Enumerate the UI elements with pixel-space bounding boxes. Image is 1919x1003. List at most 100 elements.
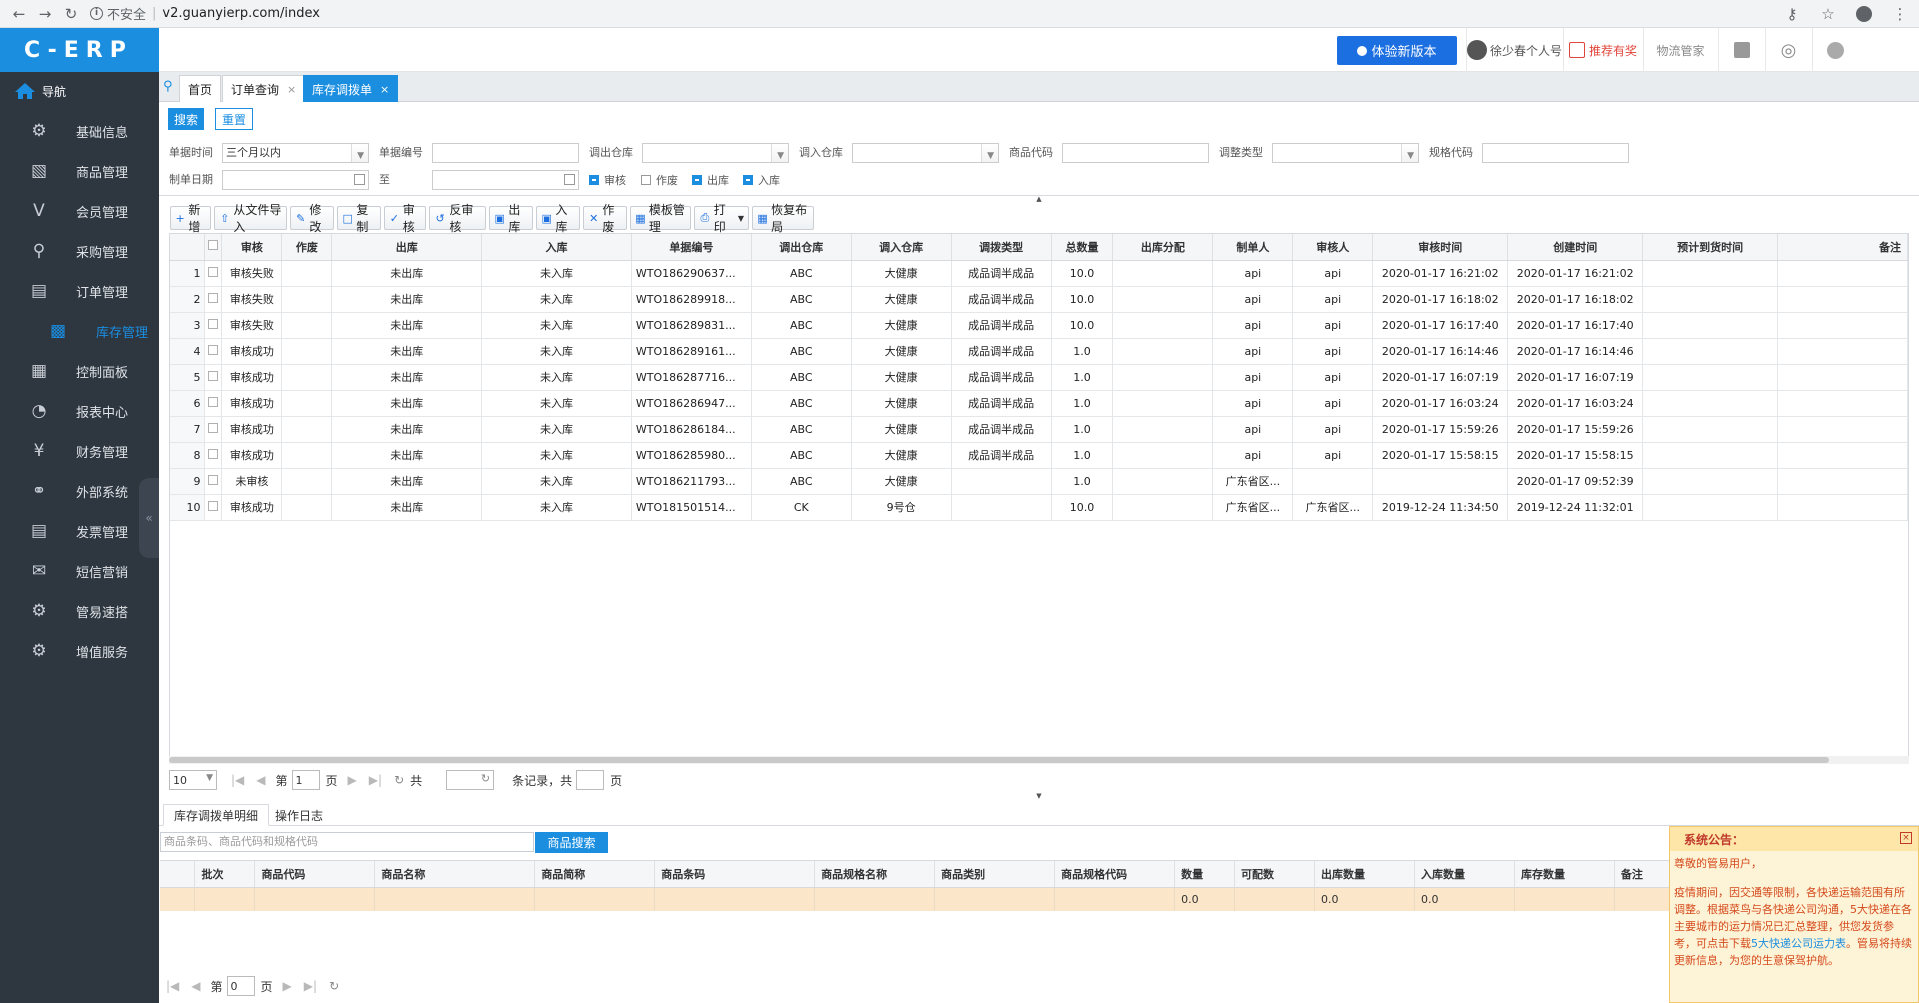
reset-button[interactable]: 重置 bbox=[215, 108, 253, 130]
nav-header[interactable]: 导航 bbox=[0, 72, 159, 110]
sidebar-item-9[interactable]: ⚭ 外部系统 bbox=[0, 471, 159, 511]
out-warehouse-select[interactable]: ▼ bbox=[642, 143, 789, 163]
user-menu[interactable]: 徐少春个人号 bbox=[1466, 28, 1562, 72]
sidebar-item-1[interactable]: ▧ 商品管理 bbox=[0, 151, 159, 191]
sidebar-item-6[interactable]: ▦ 控制面板 bbox=[0, 351, 159, 391]
prev-page-icon[interactable]: ◀ bbox=[191, 979, 200, 993]
tab-operation-log[interactable]: 操作日志 bbox=[265, 804, 333, 826]
table-row[interactable]: 6 审核成功 未出库 未入库 WTO186286947... ABC 大健康 成品调半成品 1.… bbox=[170, 390, 1908, 417]
toolbar-button-11[interactable]: ▦ 恢复布局 bbox=[752, 203, 814, 234]
column-header[interactable]: 审核人 bbox=[1292, 234, 1374, 261]
row-checkbox[interactable] bbox=[204, 442, 223, 469]
row-checkbox[interactable] bbox=[204, 416, 223, 443]
splitter-bottom[interactable]: ▼ bbox=[159, 792, 1919, 800]
detail-column-header[interactable]: 备注 bbox=[1614, 861, 1675, 888]
column-header[interactable]: 单据编号 bbox=[631, 234, 752, 261]
detail-column-header[interactable]: 出库数量 bbox=[1314, 861, 1415, 888]
logistics-link[interactable]: 物流管家 bbox=[1643, 28, 1717, 72]
tab-detail[interactable]: 库存调拨单明细 bbox=[163, 804, 270, 826]
detail-column-header[interactable]: 批次 bbox=[194, 861, 256, 888]
sidebar-item-10[interactable]: ▤ 发票管理 bbox=[0, 511, 159, 551]
in-warehouse-select[interactable]: ▼ bbox=[852, 143, 999, 163]
sidebar-item-0[interactable]: ⚙ 基础信息 bbox=[0, 111, 159, 151]
toolbar-button-2[interactable]: ✎ 修改 bbox=[290, 203, 334, 234]
last-page-icon[interactable]: ▶| bbox=[304, 979, 317, 993]
sidebar-item-4[interactable]: ▤ 订单管理 bbox=[0, 271, 159, 311]
row-checkbox[interactable] bbox=[204, 312, 223, 339]
horizontal-scrollbar[interactable] bbox=[169, 756, 1909, 764]
table-row[interactable]: 1 审核失败 未出库 未入库 WTO186290637... ABC 大健康 成品调半成品 10… bbox=[170, 260, 1908, 287]
tab-search-icon[interactable]: ⚲ bbox=[163, 79, 173, 94]
forward-icon[interactable]: → bbox=[32, 1, 58, 27]
row-checkbox[interactable] bbox=[204, 286, 223, 313]
page-input[interactable]: 1 bbox=[291, 770, 320, 790]
toolbar-button-0[interactable]: + 新增 bbox=[170, 203, 211, 234]
row-checkbox[interactable] bbox=[204, 390, 223, 417]
toolbar-button-10[interactable]: ⎙ 打印 ▼ bbox=[694, 203, 749, 234]
next-page-icon[interactable]: ▶ bbox=[348, 773, 357, 787]
column-header[interactable]: 出库分配 bbox=[1112, 234, 1214, 261]
menu-icon[interactable]: ⋮ bbox=[1887, 1, 1913, 27]
info-icon[interactable]: i bbox=[90, 7, 103, 20]
tab-order-query[interactable]: 订单查询 × bbox=[222, 75, 306, 102]
adjust-type-select[interactable]: ▼ bbox=[1272, 143, 1419, 163]
notice-download-link[interactable]: 5大快递公司运力表 bbox=[1751, 937, 1846, 950]
table-row[interactable]: 7 审核成功 未出库 未入库 WTO186286184... ABC 大健康 成品调半成品 1.… bbox=[170, 416, 1908, 443]
book-icon[interactable] bbox=[1718, 28, 1764, 72]
spec-code-input[interactable] bbox=[1482, 143, 1629, 163]
detail-column-header[interactable]: 商品简称 bbox=[534, 861, 656, 888]
doc-no-input[interactable] bbox=[432, 143, 579, 163]
table-row[interactable]: 3 审核失败 未出库 未入库 WTO186289831... ABC 大健康 成品调半成品 10… bbox=[170, 312, 1908, 339]
sidebar-item-5[interactable]: ▩ 库存管理 bbox=[0, 311, 159, 351]
address-bar[interactable]: i 不安全 | v2.guanyierp.com/index bbox=[90, 3, 320, 25]
reload-icon[interactable]: ↻ bbox=[58, 1, 84, 27]
page-size-select[interactable]: 10 ▼ bbox=[169, 770, 217, 790]
table-row[interactable]: 9 未审核 未出库 未入库 WTO186211793... ABC 大健康 1.0 广东省区..… bbox=[170, 468, 1908, 495]
column-header[interactable]: 审核 bbox=[221, 234, 283, 261]
toolbar-button-4[interactable]: ✓ 审核 bbox=[384, 203, 426, 234]
toolbar-button-3[interactable]: □ 复制 bbox=[337, 203, 381, 234]
sidebar-item-11[interactable]: ✉ 短信营销 bbox=[0, 551, 159, 591]
goods-code-input[interactable] bbox=[1062, 143, 1209, 163]
detail-column-header[interactable]: 商品规格名称 bbox=[814, 861, 936, 888]
column-header[interactable]: 创建时间 bbox=[1507, 234, 1644, 261]
check-out[interactable]: 出库 bbox=[692, 170, 729, 190]
row-checkbox[interactable] bbox=[204, 494, 223, 521]
url-text[interactable]: v2.guanyierp.com/index bbox=[162, 6, 320, 21]
table-row[interactable]: 4 审核成功 未出库 未入库 WTO186289161... ABC 大健康 成品调半成品 1.… bbox=[170, 338, 1908, 365]
detail-column-header[interactable]: 商品代码 bbox=[254, 861, 376, 888]
table-row[interactable]: 2 审核失败 未出库 未入库 WTO186289918... ABC 大健康 成品调半成品 10… bbox=[170, 286, 1908, 313]
search-button[interactable]: 搜索 bbox=[168, 108, 204, 130]
first-page-icon[interactable]: |◀ bbox=[166, 979, 179, 993]
tab-stock-transfer[interactable]: 库存调拨单 × bbox=[303, 75, 399, 102]
goods-search-button[interactable]: 商品搜索 bbox=[535, 832, 608, 853]
row-checkbox[interactable] bbox=[204, 364, 223, 391]
column-header[interactable]: 调入仓库 bbox=[851, 234, 952, 261]
column-header[interactable]: 制单人 bbox=[1212, 234, 1294, 261]
sidebar-collapse-handle[interactable]: « bbox=[139, 478, 159, 558]
column-header[interactable]: 审核时间 bbox=[1372, 234, 1509, 261]
profile-icon[interactable] bbox=[1812, 28, 1858, 72]
refresh-icon[interactable]: ↻ bbox=[329, 979, 339, 993]
sidebar-item-2[interactable]: V 会员管理 bbox=[0, 191, 159, 231]
detail-column-header[interactable]: 数量 bbox=[1174, 861, 1236, 888]
sidebar-item-3[interactable]: ⚲ 采购管理 bbox=[0, 231, 159, 271]
first-page-icon[interactable]: |◀ bbox=[231, 773, 244, 787]
refresh-icon[interactable]: ↻ bbox=[394, 773, 404, 787]
doc-time-select[interactable]: 三个月以内 ▼ bbox=[222, 143, 369, 163]
sidebar-item-12[interactable]: ⚙ 管易速搭 bbox=[0, 591, 159, 631]
sidebar-item-7[interactable]: ◔ 报表中心 bbox=[0, 391, 159, 431]
toolbar-button-5[interactable]: ↺ 反审核 bbox=[429, 203, 486, 234]
table-row[interactable]: 8 审核成功 未出库 未入库 WTO186285980... ABC 大健康 成品调半成品 1.… bbox=[170, 442, 1908, 469]
column-header[interactable]: 预计到货时间 bbox=[1642, 234, 1779, 261]
check-approved[interactable]: 审核 bbox=[589, 170, 626, 190]
column-header[interactable]: 调出仓库 bbox=[751, 234, 852, 261]
splitter-top[interactable]: ▲ bbox=[159, 195, 1919, 203]
column-header[interactable]: 备注 bbox=[1777, 234, 1908, 261]
detail-column-header[interactable]: 入库数量 bbox=[1414, 861, 1515, 888]
check-voided[interactable]: 作废 bbox=[641, 170, 678, 190]
column-header[interactable]: 出库 bbox=[331, 234, 483, 261]
detail-column-header[interactable]: 商品类别 bbox=[934, 861, 1056, 888]
column-header[interactable]: 作废 bbox=[281, 234, 333, 261]
detail-column-header[interactable]: 商品规格代码 bbox=[1054, 861, 1176, 888]
